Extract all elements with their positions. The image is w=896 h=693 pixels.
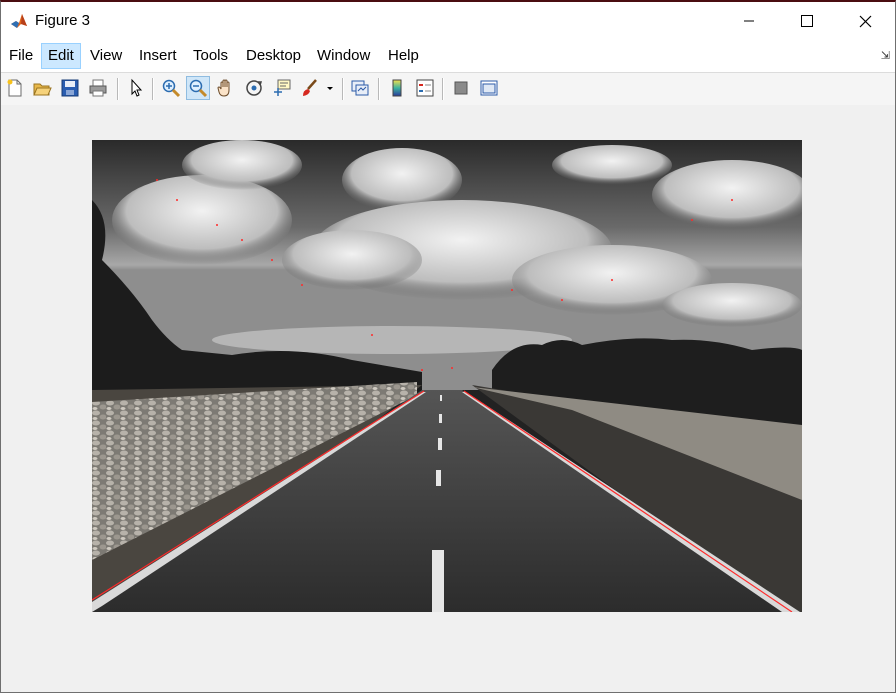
menu-view[interactable]: View	[84, 43, 128, 69]
open-file-icon	[33, 83, 52, 96]
pointer-icon	[131, 78, 143, 97]
zoom-out-icon	[189, 79, 208, 98]
minimize-icon	[744, 20, 754, 22]
title-bar[interactable]: Figure 3	[1, 2, 895, 40]
figure-window: Figure 3 File Edit View Insert Tools Des…	[0, 0, 896, 693]
image-axes[interactable]	[91, 140, 812, 613]
open-file-button[interactable]	[30, 76, 54, 100]
matlab-logo-icon	[10, 12, 28, 30]
toolbar-separator	[152, 78, 154, 100]
menu-desktop[interactable]: Desktop	[240, 43, 307, 69]
chevron-down-icon	[327, 87, 333, 90]
edit-plot-button[interactable]	[124, 76, 148, 100]
window-title: Figure 3	[35, 12, 91, 29]
new-figure-icon	[7, 79, 22, 97]
save-button[interactable]	[58, 76, 82, 100]
figure-toolbar	[1, 72, 895, 106]
brush-button[interactable]	[298, 76, 322, 100]
pan-button[interactable]	[214, 76, 238, 100]
show-plot-tools-icon	[480, 80, 498, 96]
zoom-in-icon	[162, 79, 181, 98]
zoom-in-button[interactable]	[159, 76, 183, 100]
toolbar-separator	[442, 78, 444, 100]
menu-tools[interactable]: Tools	[187, 43, 234, 69]
zoom-out-button[interactable]	[186, 76, 210, 100]
maximize-icon	[801, 15, 813, 27]
toolbar-separator	[342, 78, 344, 100]
menu-file[interactable]: File	[3, 43, 39, 69]
menu-window[interactable]: Window	[311, 43, 376, 69]
toolbar-separator	[378, 78, 380, 100]
rotate-3d-button[interactable]	[242, 76, 266, 100]
road-photo-image	[91, 140, 812, 613]
rotate-3d-icon	[246, 80, 263, 96]
new-figure-button[interactable]	[3, 76, 27, 100]
menu-insert[interactable]: Insert	[133, 43, 183, 69]
print-button[interactable]	[86, 76, 110, 100]
menu-bar: File Edit View Insert Tools Desktop Wind…	[1, 40, 895, 72]
brush-icon	[303, 79, 317, 96]
menu-help[interactable]: Help	[382, 43, 425, 69]
figure-canvas[interactable]	[1, 105, 895, 692]
close-button[interactable]	[836, 2, 894, 40]
data-cursor-button[interactable]	[270, 76, 294, 100]
insert-colorbar-button[interactable]	[385, 76, 409, 100]
pan-icon	[217, 79, 230, 97]
show-plot-tools-button[interactable]	[477, 76, 501, 100]
colorbar-icon	[392, 79, 402, 97]
data-cursor-icon	[274, 79, 291, 96]
brush-dropdown-button[interactable]	[323, 76, 337, 100]
minimize-button[interactable]	[720, 2, 778, 40]
print-icon	[89, 79, 107, 97]
close-icon	[859, 15, 871, 27]
dock-arrow-icon[interactable]: ⇲	[881, 49, 890, 62]
insert-legend-button[interactable]	[413, 76, 437, 100]
link-plot-button[interactable]	[348, 76, 372, 100]
maximize-button[interactable]	[778, 2, 836, 40]
toolbar-separator	[117, 78, 119, 100]
hide-plot-tools-icon	[454, 81, 468, 95]
hide-plot-tools-button[interactable]	[449, 76, 473, 100]
legend-icon	[416, 79, 434, 97]
save-icon	[61, 79, 79, 97]
menu-edit[interactable]: Edit	[41, 43, 81, 69]
link-plot-icon	[351, 80, 369, 96]
